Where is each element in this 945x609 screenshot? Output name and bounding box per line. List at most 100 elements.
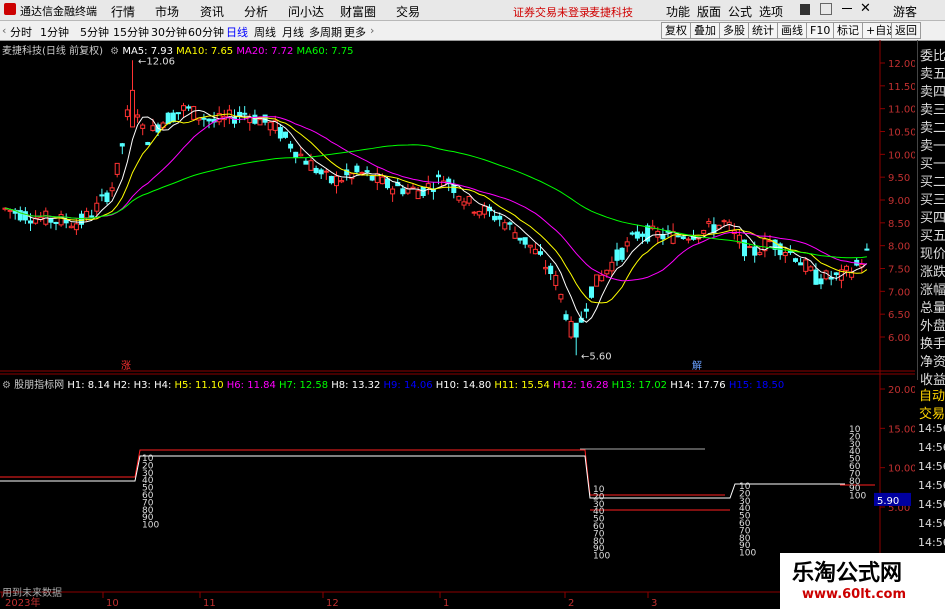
candle-up [135,114,141,118]
price-axis-label: 8.50 [888,219,910,230]
candle-up [94,202,100,212]
mark-button[interactable]: 标记 [833,22,863,39]
menu-market[interactable]: 市场 [155,3,179,20]
return-button[interactable]: 返回 [891,22,921,39]
candle-down [288,143,294,149]
candle-down [634,231,640,239]
candle-down [354,165,360,173]
candle-up [609,261,615,272]
ladder-a-label: 100 [142,521,159,531]
candle-down [680,236,686,239]
adjust-button[interactable]: 复权 [661,22,691,39]
candle-down [170,112,176,123]
candle-up [7,209,13,212]
settings-gear-icon[interactable]: ⚙ [110,46,119,57]
candle-up [323,170,329,173]
candle-down [283,131,288,138]
overlay-button[interactable]: 叠加 [690,22,720,39]
candle-up [476,211,482,216]
window-icon[interactable] [820,3,832,15]
tab-period-30min[interactable]: 30分钟 [151,24,187,40]
app-logo-icon [4,3,16,15]
candle-up [844,265,849,271]
menu-ask[interactable]: 问小达 [288,3,324,20]
indicator-field-8: H8: 13.32 [328,380,381,391]
indicator-field-11: H11: 15.54 [491,380,550,391]
tab-period-weekly[interactable]: 周线 [254,24,276,40]
quote-panel: 委比 卖五 卖四 卖三 卖二 卖一 买一 买二 买三 买四 买五 现价 涨跌 涨幅 总量 外盘 换手 净资 收益 [917,40,945,388]
login-status[interactable]: 证券交易未登录 [513,4,590,20]
candle-up [685,238,691,241]
candle-down [818,278,824,285]
candle-up [624,241,630,247]
candle-up [359,171,365,174]
current-value-label: 5.90 [877,496,899,507]
future-data-note: 用到未来数据 [2,588,62,599]
candle-down [517,237,523,241]
user-icon[interactable] [800,4,810,15]
menu-wealth[interactable]: 财富圈 [340,3,376,20]
candle-down [813,269,819,285]
quote-label-16: 换手 [920,337,945,352]
statistics-button[interactable]: 统计 [748,22,778,39]
candle-up [599,274,605,282]
tab-period-15min[interactable]: 15分钟 [113,24,149,40]
low-price-label: ←5.60 [581,351,612,362]
price-axis-label: 6.50 [888,310,910,321]
candle-down [400,188,406,195]
menu-quotes[interactable]: 行情 [111,3,135,20]
candle-up [374,173,380,183]
indicator-gear-icon[interactable]: ⚙ [2,380,11,391]
kline-chart[interactable]: 12.00 11.50 11.00 10.50 10.00 9.50 9.00 8.50 8.0… [0,40,915,609]
candle-down [573,322,579,338]
multi-stock-button[interactable]: 多股 [719,22,749,39]
tab-period-monthly[interactable]: 月线 [282,24,304,40]
tab-period-intraday[interactable]: 分时 [10,24,32,40]
close-icon[interactable]: ✕ [860,1,871,16]
candle-down [318,169,324,175]
candle-up [415,190,421,200]
candle-down [313,167,319,174]
stock-title: 麦捷科技(日线 前复权) [2,46,103,57]
auto-trade-label-0[interactable]: 自动 [919,385,945,404]
tab-period-multi[interactable]: 多周期 [309,24,342,40]
watermark: 乐淘公式网 www.60lt.com [780,553,945,609]
quote-label-5: 卖一 [920,139,945,154]
candle-up [721,220,727,223]
menu-formula[interactable]: 公式 [728,3,752,20]
quote-label-7: 买二 [920,175,945,190]
candle-down [242,112,248,115]
tab-period-5min[interactable]: 5分钟 [80,24,109,40]
minimize-icon[interactable] [842,8,852,9]
candle-down [165,112,171,125]
candle-down [369,175,375,181]
candle-up [73,223,79,231]
f10-button[interactable]: F10 [806,22,835,39]
menu-options[interactable]: 选项 [759,3,783,20]
candle-down [48,218,54,223]
menu-layout[interactable]: 版面 [697,3,721,20]
menu-news[interactable]: 资讯 [200,3,224,20]
auto-trade-label-1[interactable]: 交易 [919,403,945,422]
tab-period-daily[interactable]: 日线 [226,24,248,40]
guest-label[interactable]: 游客 [893,3,917,20]
candle-down [833,272,839,276]
tab-period-1min[interactable]: 1分钟 [40,24,69,40]
indicator-field-13: H13: 17.02 [608,380,668,391]
period-toolbar: ‹ 分时 1分钟 5分钟 15分钟 30分钟 60分钟 日线 周线 月线 多周期… [0,21,945,41]
more-arrow-icon[interactable]: › [370,24,374,37]
menu-function[interactable]: 功能 [666,3,690,20]
menu-trade[interactable]: 交易 [396,3,420,20]
draw-line-button[interactable]: 画线 [777,22,807,39]
candle-up [568,320,574,338]
candle-down [303,160,309,165]
tab-period-more[interactable]: 更多 [344,24,366,40]
indicator-field-4: H4: [150,380,172,391]
candle-up [456,195,462,201]
toolbar-back-icon[interactable]: ‹ [2,24,6,37]
tab-period-60min[interactable]: 60分钟 [188,24,224,40]
price-axis-label: 8.00 [888,242,910,253]
candle-up [68,225,74,229]
menu-analysis[interactable]: 分析 [244,3,268,20]
tick-time-3: 14:56 [918,479,945,492]
